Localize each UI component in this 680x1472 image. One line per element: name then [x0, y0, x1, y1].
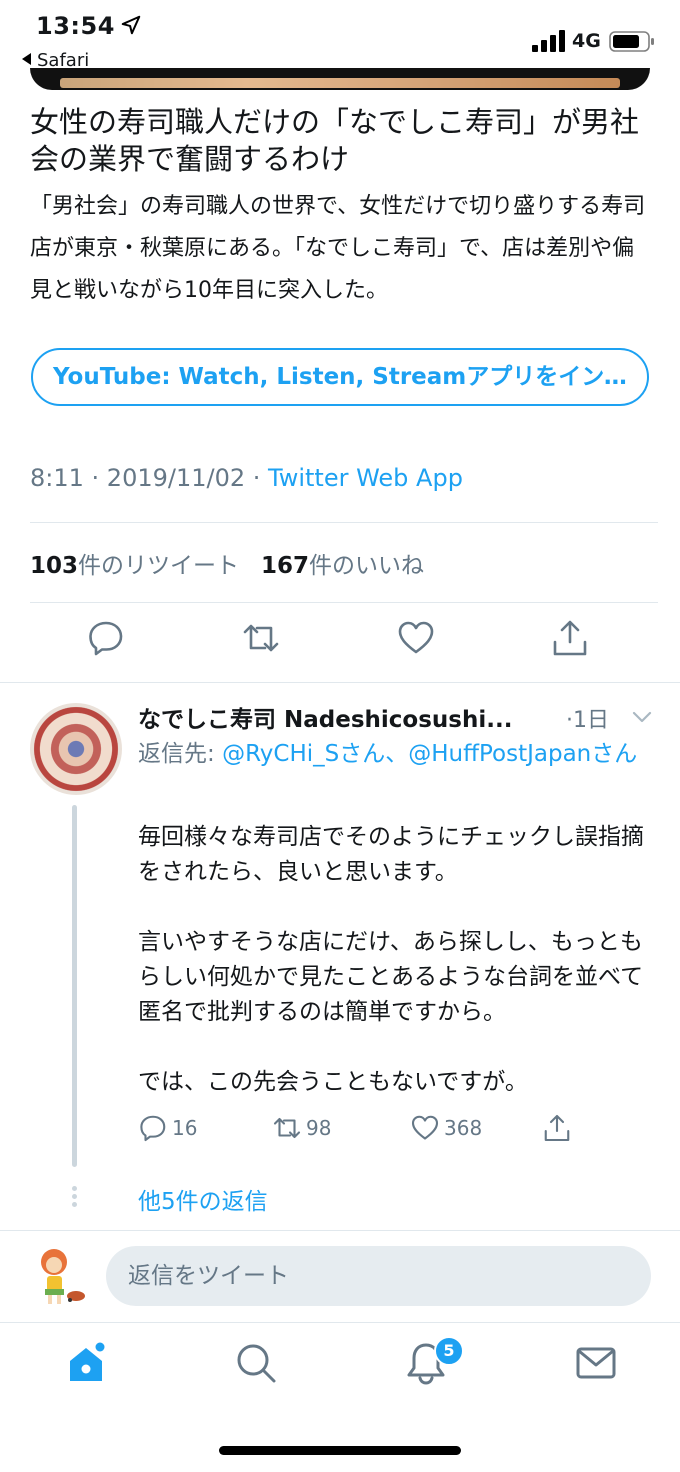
divider	[0, 682, 680, 683]
card-title[interactable]: 女性の寿司職人だけの「なでしこ寿司」が男社会の業界で奮闘するわけ	[30, 104, 650, 178]
tweet-time: 8:11	[30, 464, 84, 492]
reply-icon[interactable]	[86, 618, 126, 658]
reply-paragraph: 毎回様々な寿司店でそのようにチェックし誤指摘をされたら、良いと思います。	[138, 824, 644, 885]
battery-icon	[609, 31, 654, 52]
reply-to-prefix: 返信先:	[138, 741, 223, 767]
home-icon[interactable]	[64, 1341, 108, 1385]
search-icon[interactable]	[234, 1341, 278, 1385]
tweet-actions	[0, 618, 680, 668]
reply-to-line: 返信先: @RyCHi_Sさん、@HuffPostJapanさん	[138, 736, 658, 772]
divider	[0, 1230, 680, 1231]
more-replies-link[interactable]: 他5件の返信	[138, 1182, 268, 1216]
back-arrow-icon	[22, 53, 31, 65]
likes-stat[interactable]: 167件のいいね	[261, 553, 424, 579]
reply-author-name[interactable]: なでしこ寿司 Nadeshicosushi...	[138, 700, 558, 734]
tweet-stats: 103件のリツイート 167件のいいね	[30, 546, 424, 580]
divider	[30, 602, 658, 603]
signal-bars-icon	[532, 30, 565, 52]
network-type: 4G	[572, 30, 601, 52]
like-icon	[411, 1115, 439, 1140]
reply-to-separator: 、	[385, 741, 409, 767]
reply-paragraph: 言いやすそうな店にだけ、あら探しし、もっともらしい何処かで見たことあるような台詞…	[138, 929, 644, 1025]
retweet-count: 103	[30, 553, 79, 579]
location-arrow-icon	[121, 15, 141, 35]
retweet-icon[interactable]	[241, 618, 281, 658]
messages-icon[interactable]	[574, 1341, 618, 1385]
divider	[30, 522, 658, 523]
retweet-label: 件のリツイート	[78, 553, 240, 579]
reply-to-mention-1[interactable]: @RyCHi_Sさん	[222, 741, 385, 767]
tweet-meta: 8:11 · 2019/11/02 · Twitter Web App	[30, 464, 463, 492]
tweet-source-link[interactable]: Twitter Web App	[268, 464, 463, 492]
reply-like-button[interactable]: 368	[410, 1110, 482, 1146]
like-label: 件のいいね	[308, 553, 424, 579]
meta-separator: ·	[83, 464, 107, 492]
notification-badge: 5	[434, 1336, 464, 1366]
retweet-icon	[273, 1117, 301, 1139]
status-time: 13:54	[36, 12, 115, 40]
reply-retweet-button[interactable]: 98	[272, 1110, 331, 1146]
meta-separator: ·	[245, 464, 269, 492]
reply-reply-count: 16	[172, 1116, 198, 1140]
chevron-down-icon[interactable]	[630, 707, 654, 727]
tweet-date: 2019/11/02	[106, 464, 246, 492]
reply-retweet-count: 98	[306, 1116, 332, 1140]
like-count: 167	[260, 553, 309, 579]
home-indicator[interactable]	[219, 1446, 461, 1455]
reply-avatar[interactable]	[30, 703, 122, 795]
my-avatar[interactable]	[30, 1244, 90, 1308]
reply-reply-button[interactable]: 16	[138, 1110, 197, 1146]
like-icon[interactable]	[396, 618, 436, 658]
reply-icon	[140, 1115, 166, 1142]
thread-dots	[72, 1186, 77, 1210]
reply-paragraph: では、この先会うこともないですが。	[138, 1069, 528, 1095]
thread-line	[72, 805, 77, 1167]
share-icon[interactable]	[550, 618, 590, 658]
share-icon	[544, 1114, 570, 1142]
card-image[interactable]	[30, 68, 650, 90]
reply-share-button[interactable]	[542, 1110, 572, 1146]
reply-text: 毎回様々な寿司店でそのようにチェックし誤指摘をされたら、良いと思います。 言いや…	[138, 820, 658, 1135]
reply-compose-input[interactable]: 返信をツイート	[106, 1246, 651, 1306]
tab-bar	[0, 1322, 680, 1422]
reply-like-count: 368	[444, 1116, 483, 1140]
install-app-button[interactable]: YouTube: Watch, Listen, Streamアプリをインストール	[31, 348, 649, 406]
card-description[interactable]: 「男社会」の寿司職人の世界で、女性だけで切り盛りする寿司店が東京・秋葉原にある。…	[30, 186, 650, 312]
retweets-stat[interactable]: 103件のリツイート	[30, 553, 239, 579]
reply-time: ·1日	[566, 708, 609, 733]
reply-actions: 16 98 368	[138, 1110, 598, 1150]
reply-to-mention-2[interactable]: @HuffPostJapanさん	[408, 741, 637, 767]
